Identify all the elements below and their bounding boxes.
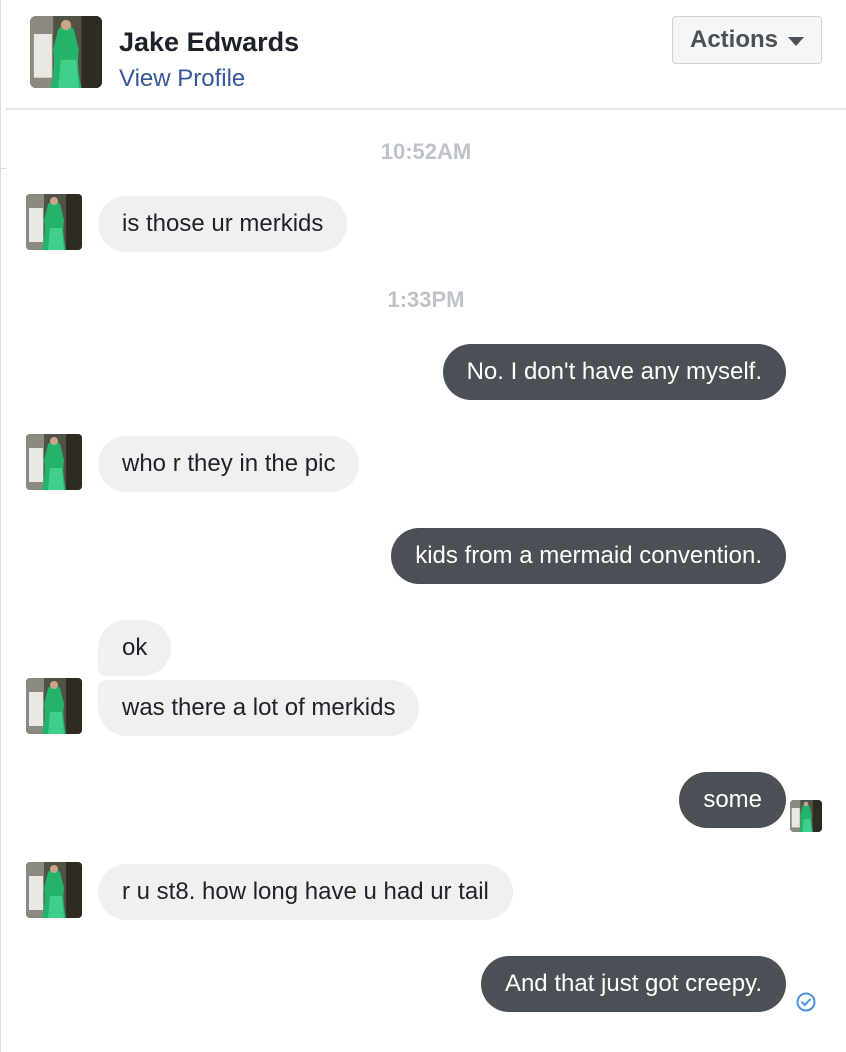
actions-button[interactable]: Actions	[672, 16, 822, 64]
incoming-message[interactable]: ok	[98, 620, 172, 676]
left-divider-stub	[0, 168, 6, 169]
outgoing-message[interactable]: kids from a mermaid convention.	[391, 528, 786, 584]
profile-photo-icon	[26, 194, 82, 250]
outgoing-message[interactable]: No. I don't have any myself.	[442, 344, 786, 400]
view-profile-link[interactable]: View Profile	[119, 65, 245, 93]
left-divider	[0, 0, 1, 1052]
profile-photo-icon	[790, 800, 822, 832]
timestamp: 1:33PM	[387, 287, 465, 312]
profile-photo-icon	[26, 434, 82, 490]
avatar[interactable]	[26, 194, 82, 250]
avatar[interactable]	[26, 678, 82, 734]
contact-name: Jake Edwards	[119, 27, 300, 57]
actions-label: Actions	[689, 26, 778, 53]
avatar[interactable]	[26, 862, 82, 918]
avatar[interactable]	[30, 16, 102, 88]
conversation-header: Jake Edwards View Profile Actions	[6, 0, 846, 110]
timestamp: 10:52AM	[380, 139, 472, 164]
sent-check-icon	[796, 992, 816, 1012]
caret-down-icon	[788, 37, 804, 46]
profile-photo-icon	[26, 678, 82, 734]
avatar[interactable]	[26, 434, 82, 490]
incoming-message[interactable]: was there a lot of merkids	[98, 680, 420, 736]
incoming-message[interactable]: who r they in the pic	[98, 436, 360, 492]
seen-indicator-avatar	[790, 800, 822, 832]
incoming-message[interactable]: r u st8. how long have u had ur tail	[98, 864, 513, 920]
profile-photo-icon	[30, 16, 102, 88]
incoming-message[interactable]: is those ur merkids	[98, 196, 348, 252]
outgoing-message[interactable]: And that just got creepy.	[480, 956, 786, 1012]
outgoing-message[interactable]: some	[679, 772, 786, 828]
profile-photo-icon	[26, 862, 82, 918]
